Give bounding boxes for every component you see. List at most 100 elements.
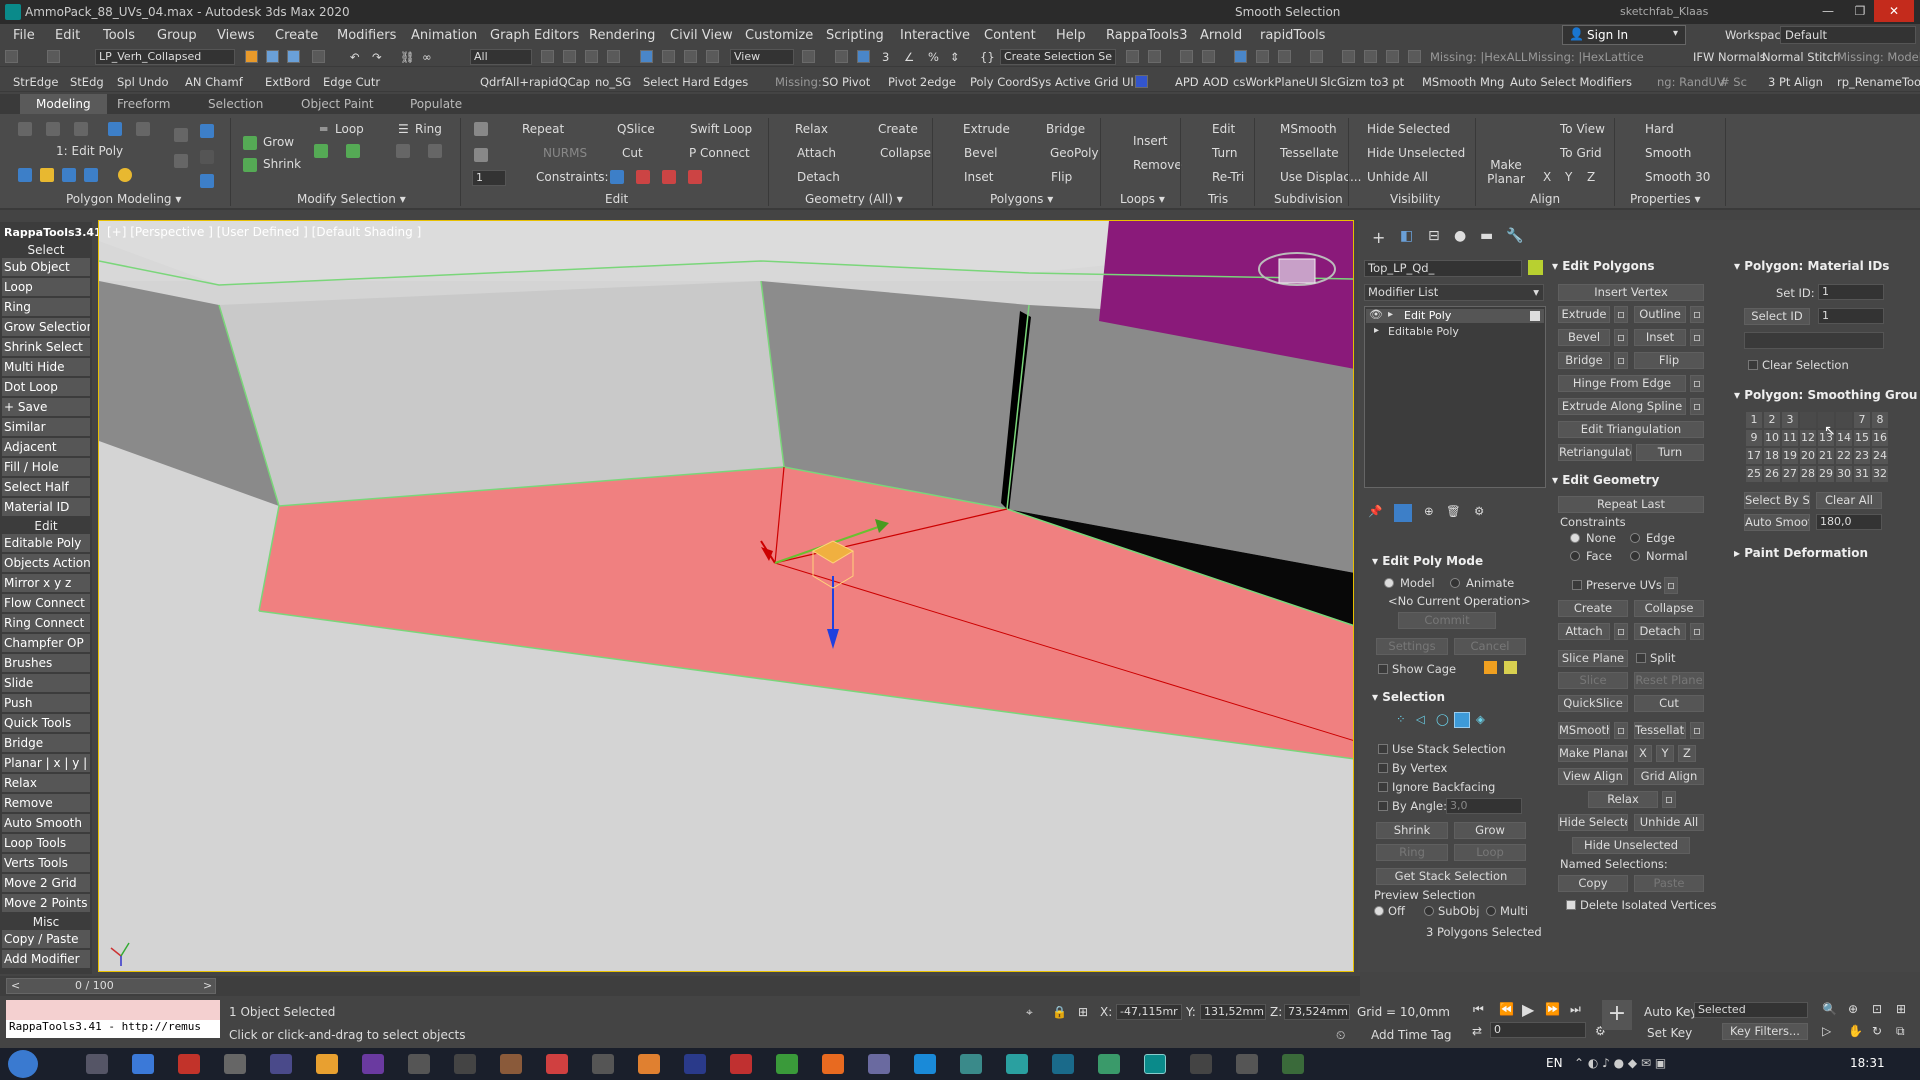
taskbar-app-15[interactable] (730, 1054, 752, 1074)
menu-views[interactable]: Views (217, 28, 255, 43)
preview-multi-radio[interactable] (1486, 906, 1496, 916)
inset-button[interactable]: Inset (964, 170, 993, 184)
sel-element-icon[interactable]: ◈ (1476, 712, 1485, 726)
vertex-mode-icon[interactable] (18, 122, 32, 136)
set-key-button[interactable]: Set Key (1647, 1026, 1692, 1040)
play-icon[interactable]: ▶ (1522, 1000, 1534, 1019)
menu-file[interactable]: File (13, 28, 35, 43)
expand-icon[interactable]: ▸ (1374, 325, 1379, 336)
smoothing-group-24[interactable]: 24 (1872, 448, 1888, 464)
modifier-stack[interactable]: 👁 ▸ Edit Poly ▸ Editable Poly (1364, 306, 1546, 488)
constraint-normal-icon[interactable] (688, 170, 702, 184)
smoothing-group-15[interactable]: 15 (1854, 430, 1870, 446)
layer-icon[interactable] (47, 50, 60, 63)
edit-poly-mode-header[interactable]: ▾ Edit Poly Mode (1372, 554, 1483, 568)
qslice-button[interactable]: QSlice (617, 122, 655, 136)
rotate-icon[interactable] (662, 50, 675, 63)
key-mode-icon[interactable]: ⇄ (1472, 1024, 1482, 1038)
rappatools-sub-object[interactable]: Sub Object (2, 258, 90, 276)
insert-button[interactable]: Insert (1133, 134, 1167, 148)
stedg-button[interactable]: StEdg (70, 75, 104, 89)
planar-x-button[interactable]: X (1634, 745, 1652, 762)
msmooth-mng-button[interactable]: MSmooth Mng (1422, 75, 1504, 89)
attach-button[interactable]: Attach (797, 146, 836, 160)
modifier-toggle-icon[interactable] (1530, 311, 1540, 321)
rapidqcap-button[interactable]: rapidQCap (529, 75, 590, 89)
smoothing-group-32[interactable]: 32 (1872, 466, 1888, 482)
preview-subobj-radio[interactable] (1424, 906, 1434, 916)
layer-tool-3-icon[interactable] (287, 50, 300, 63)
use-displace-button[interactable]: Use Displac... (1280, 170, 1361, 184)
sel-tool-4-icon[interactable] (200, 150, 214, 164)
edit-tool-2-icon[interactable] (474, 148, 488, 162)
edit-triangulation-button[interactable]: Edit Triangulation (1558, 421, 1704, 438)
layer-explorer-icon[interactable] (1202, 50, 1215, 63)
auto-select-modifiers-button[interactable]: Auto Select Modifiers (1510, 75, 1632, 89)
keyboard-shortcut-icon[interactable] (857, 50, 870, 63)
smoothing-group-19[interactable]: 19 (1782, 448, 1798, 464)
repeat-last-button[interactable]: Repeat Last (1558, 496, 1704, 513)
stack-item-edit-poly[interactable]: 👁 ▸ Edit Poly (1366, 308, 1544, 323)
extrude-button[interactable]: Extrude (1558, 306, 1610, 323)
menu-help[interactable]: Help (1056, 28, 1086, 43)
constraint-normal-radio[interactable] (1630, 551, 1640, 561)
make-planar-button[interactable]: Make Planar (1486, 158, 1526, 186)
nurms-button[interactable]: NURMS (543, 146, 587, 160)
bridge-settings-button[interactable]: ▫ (1614, 352, 1628, 369)
extrude-spline-settings-button[interactable]: ▫ (1690, 398, 1704, 415)
taskbar-app-1[interactable] (86, 1054, 108, 1074)
auto-smooth-spinner[interactable]: 180,0 (1816, 514, 1882, 530)
smoothing-group-14[interactable]: 14 (1836, 430, 1852, 446)
edit-polygons-header[interactable]: ▾ Edit Polygons (1552, 259, 1655, 273)
unhide-all-button[interactable]: Unhide All (1634, 814, 1704, 831)
poly-tool-4-icon[interactable] (84, 168, 98, 182)
turn-button[interactable]: Turn (1636, 444, 1704, 461)
hide-selected-button[interactable]: Hide Selected (1367, 122, 1450, 136)
taskbar-app-4[interactable] (224, 1054, 246, 1074)
rappatools-mirror-x-y-z[interactable]: Mirror x y z (2, 574, 90, 592)
viewport-perspective[interactable]: [+] [Perspective ] [User Defined ] [Defa… (98, 220, 1354, 972)
rappatools-add-modifier[interactable]: Add Modifier (2, 950, 90, 968)
scene-explorer-icon[interactable] (1180, 50, 1193, 63)
missing-hexlattice[interactable]: Missing: |HexLattice (1528, 50, 1644, 64)
sign-in-dropdown[interactable]: 👤 Sign In ▾ (1562, 25, 1686, 45)
grow-button[interactable]: Grow (263, 135, 294, 149)
taskbar-app-26[interactable] (1236, 1054, 1258, 1074)
select-by-sg-button[interactable]: Select By SG (1744, 492, 1810, 509)
abs-mode-icon[interactable]: ⊞ (1078, 1005, 1088, 1019)
rappatools-dot-loop[interactable]: Dot Loop (2, 378, 90, 396)
edit-spinner[interactable]: 1 (472, 170, 506, 186)
swift-loop-button[interactable]: Swift Loop (690, 122, 752, 136)
taskbar-app-25[interactable] (1190, 1054, 1212, 1074)
extbord-button[interactable]: ExtBord (265, 75, 310, 89)
render-2-icon[interactable] (1408, 50, 1421, 63)
constraint-face-icon[interactable] (662, 170, 676, 184)
properties-section[interactable]: Properties ▾ (1630, 192, 1700, 206)
polygons-section[interactable]: Polygons ▾ (990, 192, 1053, 206)
an-chamf-button[interactable]: AN Chamf (185, 75, 243, 89)
geopoly-button[interactable]: GeoPoly (1050, 146, 1099, 160)
eye-icon[interactable]: 👁 (1369, 308, 1383, 321)
key-selection-dropdown[interactable]: Selected (1694, 1002, 1808, 1018)
tri-turn-button[interactable]: Turn (1212, 146, 1237, 160)
stack-item-editable-poly[interactable]: ▸ Editable Poly (1366, 325, 1544, 339)
hinge-from-edge-button[interactable]: Hinge From Edge (1558, 375, 1686, 392)
edit-geometry-header[interactable]: ▾ Edit Geometry (1552, 473, 1659, 487)
maximize-viewport-icon[interactable]: ⧉ (1896, 1024, 1905, 1039)
rename-tools-button[interactable]: rp_RenameTools (1837, 75, 1920, 89)
repeat-button[interactable]: Repeat (522, 122, 564, 136)
taskbar-app-3[interactable] (178, 1054, 200, 1074)
constraint-none-radio[interactable] (1570, 533, 1580, 543)
material-name-dropdown[interactable] (1744, 332, 1884, 349)
qdrfall-button[interactable]: QdrfAll+ (480, 75, 529, 89)
undo-icon[interactable]: ↶ (350, 50, 360, 64)
rect-selection-icon[interactable] (585, 50, 598, 63)
fov-icon[interactable]: ▷ (1822, 1024, 1831, 1038)
rappatools-editable-poly[interactable]: Editable Poly (2, 534, 90, 552)
reset-plane-button[interactable]: Reset Plane (1634, 672, 1704, 689)
unlink-icon[interactable]: ∞ (422, 50, 432, 64)
use-stack-checkbox[interactable] (1378, 744, 1388, 754)
view-align-button[interactable]: View Align (1558, 768, 1628, 785)
constraint-none-icon[interactable] (610, 170, 624, 184)
align-x-button[interactable]: X (1543, 170, 1551, 184)
